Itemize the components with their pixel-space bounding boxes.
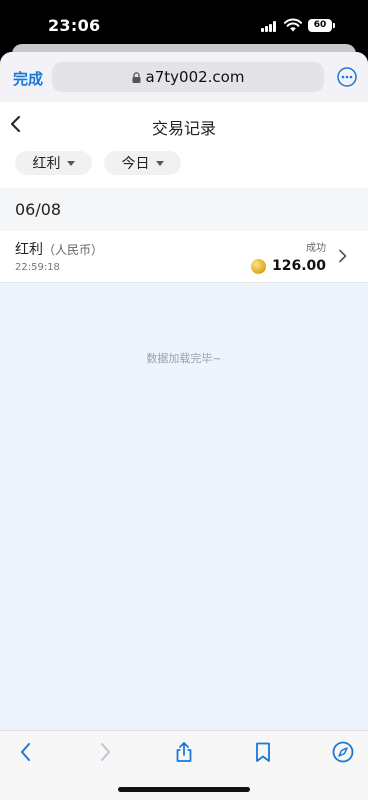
done-button[interactable]: 完成 — [13, 68, 43, 89]
battery-icon: 60 — [308, 19, 335, 32]
page-title: 交易记录 — [151, 119, 216, 138]
transaction-time: 22:59:18 — [15, 262, 60, 273]
transaction-type-label: 红利 — [15, 242, 43, 258]
coin-icon — [250, 258, 266, 274]
transaction-page: 交易记录 红利 今日 06/08 红利（人民币） 22:59:18 成功 126… — [0, 102, 368, 730]
share-icon[interactable] — [172, 740, 196, 764]
transaction-amount: 126.00 — [271, 258, 326, 274]
transaction-status: 成功 — [306, 243, 326, 254]
url-field[interactable]: a7ty002.com — [52, 62, 324, 92]
bookmark-icon[interactable] — [251, 740, 275, 764]
more-icon[interactable] — [337, 67, 357, 87]
date-group-label: 06/08 — [15, 200, 62, 219]
date-group-header: 06/08 — [0, 188, 368, 231]
lock-icon — [132, 71, 141, 83]
nav-bar: 交易记录 — [0, 102, 368, 146]
transaction-amount-group: 126.00 — [250, 258, 326, 274]
back-icon[interactable] — [14, 740, 38, 764]
filter-type-dropdown[interactable]: 红利 — [15, 151, 92, 175]
caret-down-icon — [66, 160, 75, 166]
browser-top-bar: 完成 a7ty002.com — [0, 52, 368, 102]
status-time: 23:06 — [48, 16, 101, 35]
caret-down-icon — [155, 160, 164, 166]
home-indicator — [118, 787, 250, 792]
end-of-list-message: 数据加载完毕~ — [146, 352, 222, 365]
chevron-right-icon — [339, 249, 347, 263]
browser-sheet: 完成 a7ty002.com 交易记录 红利 今日 06/08 红利（人民币） … — [0, 52, 368, 800]
filter-bar: 红利 今日 — [0, 146, 368, 188]
transaction-currency: （人民币） — [43, 243, 104, 257]
url-text: a7ty002.com — [145, 68, 245, 86]
cellular-signal-icon — [261, 21, 277, 32]
transaction-type: 红利（人民币） — [15, 239, 103, 259]
filter-date-dropdown[interactable]: 今日 — [104, 151, 181, 175]
compass-icon[interactable] — [331, 740, 355, 764]
filter-type-label: 红利 — [32, 156, 61, 172]
transaction-row[interactable]: 红利（人民币） 22:59:18 成功 126.00 — [0, 231, 368, 283]
wifi-icon — [284, 18, 302, 32]
forward-icon[interactable] — [93, 740, 117, 764]
filter-date-label: 今日 — [121, 156, 150, 172]
status-bar: 23:06 60 — [0, 0, 368, 46]
